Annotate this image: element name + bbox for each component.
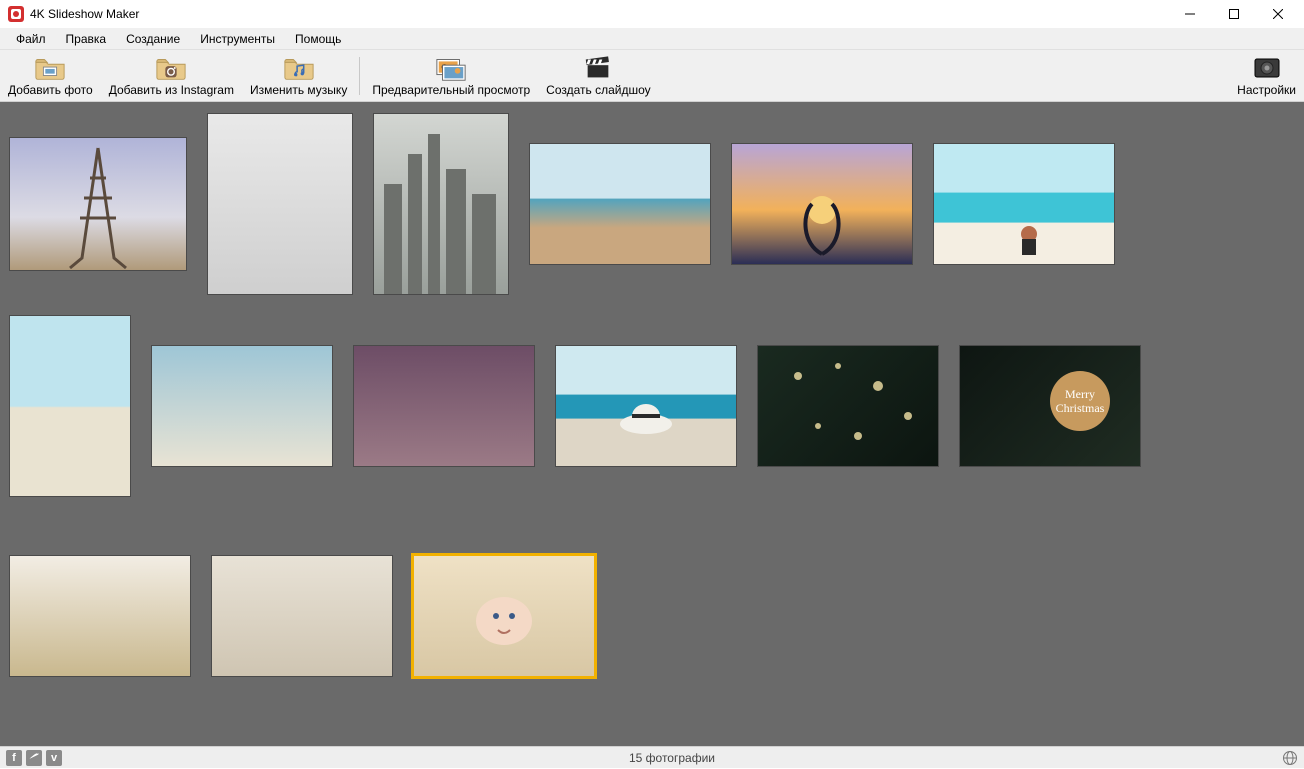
svg-text:Merry: Merry	[1065, 387, 1095, 401]
app-icon	[8, 6, 24, 22]
vimeo-icon[interactable]: v	[46, 750, 62, 766]
thumbnail-merry-xmas[interactable]: MerryChristmas	[960, 346, 1140, 466]
globe-icon[interactable]	[1282, 750, 1298, 766]
toolbar-separator	[359, 57, 360, 95]
change-music-button[interactable]: Изменить музыку	[242, 50, 355, 101]
statusbar: f v 15 фотографии	[0, 746, 1304, 768]
thumbnail-girl-window[interactable]	[208, 114, 352, 294]
folder-instagram-icon	[155, 55, 187, 81]
preview-icon	[435, 55, 467, 81]
thumbnail-eiffel[interactable]	[10, 138, 186, 270]
thumbnail-beach-walk[interactable]	[530, 144, 710, 264]
menu-edit[interactable]: Правка	[56, 30, 117, 48]
menu-file[interactable]: Файл	[6, 30, 56, 48]
thumbnail-lifeguard[interactable]	[152, 346, 332, 466]
photo-canvas[interactable]: MerryChristmas	[0, 102, 1304, 746]
thumbnail-family-kiss[interactable]	[354, 346, 534, 466]
minimize-button[interactable]	[1168, 0, 1212, 28]
maximize-button[interactable]	[1212, 0, 1256, 28]
thumbnail-rings[interactable]	[10, 556, 190, 676]
settings-icon	[1251, 55, 1283, 81]
menu-tools[interactable]: Инструменты	[190, 30, 285, 48]
menubar: Файл Правка Создание Инструменты Помощь	[0, 28, 1304, 50]
add-photo-button[interactable]: Добавить фото	[0, 50, 101, 101]
thumbnail-xmas-tree[interactable]	[758, 346, 938, 466]
folder-music-icon	[283, 55, 315, 81]
settings-button[interactable]: Настройки	[1229, 50, 1304, 101]
app-title: 4K Slideshow Maker	[30, 7, 139, 21]
titlebar: 4K Slideshow Maker	[0, 0, 1304, 28]
svg-text:Christmas: Christmas	[1056, 401, 1105, 415]
preview-button[interactable]: Предварительный просмотр	[364, 50, 538, 101]
thumbnail-sunset-heart[interactable]	[732, 144, 912, 264]
status-count: 15 фотографии	[62, 751, 1282, 765]
twitter-icon[interactable]	[26, 750, 42, 766]
clapper-icon	[582, 55, 614, 81]
thumbnail-row	[10, 556, 1294, 676]
thumbnail-baby[interactable]	[414, 556, 594, 676]
folder-photo-icon	[34, 55, 66, 81]
menu-help[interactable]: Помощь	[285, 30, 351, 48]
thumbnail-kneel-beach[interactable]	[10, 316, 130, 496]
thumbnail-skyline[interactable]	[374, 114, 508, 294]
thumbnail-wedding[interactable]	[212, 556, 392, 676]
thumbnail-hat-beach[interactable]	[556, 346, 736, 466]
create-slideshow-button[interactable]: Создать слайдшоу	[538, 50, 658, 101]
add-instagram-button[interactable]: Добавить из Instagram	[101, 50, 242, 101]
toolbar: Добавить фото Добавить из Instagram Изме…	[0, 50, 1304, 102]
thumbnail-turquoise-beach[interactable]	[934, 144, 1114, 264]
menu-create[interactable]: Создание	[116, 30, 190, 48]
thumbnail-row: MerryChristmas	[10, 316, 1294, 496]
close-button[interactable]	[1256, 0, 1300, 28]
facebook-icon[interactable]: f	[6, 750, 22, 766]
thumbnail-row	[10, 114, 1294, 294]
